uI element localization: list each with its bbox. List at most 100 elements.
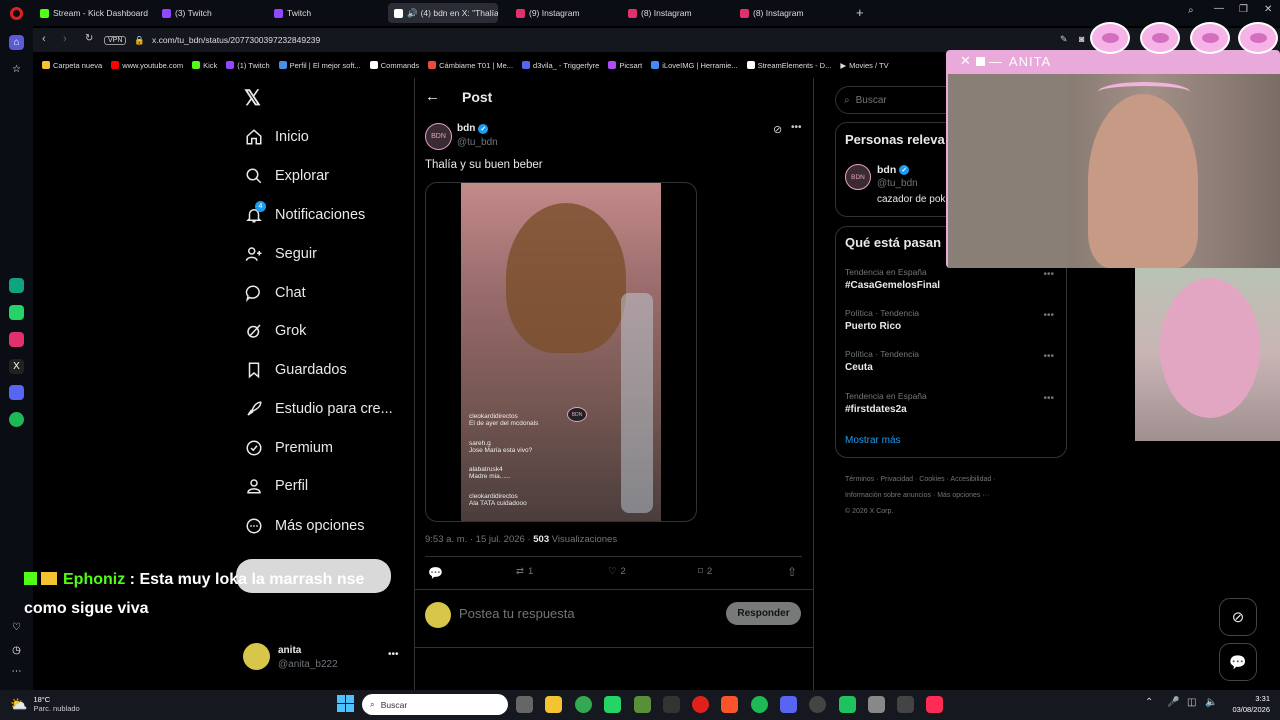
taskbar-search[interactable]: ⌕ Buscar: [362, 694, 508, 715]
nav-perfil[interactable]: Perfil: [244, 473, 308, 499]
trend-item[interactable]: Política · Tendencia Puerto Rico •••: [845, 308, 1060, 332]
microphone-icon[interactable]: 🎤: [1167, 697, 1179, 708]
reply-input[interactable]: Postea tu respuesta: [459, 606, 575, 621]
minimize-icon[interactable]: —: [1214, 3, 1224, 14]
footer-links[interactable]: Términos · Privacidad · Cookies · Accesi…: [845, 472, 1075, 520]
relevant-avatar[interactable]: BDN: [845, 164, 871, 190]
nav-explorar[interactable]: Explorar: [244, 163, 329, 189]
obs-icon[interactable]: [809, 696, 826, 713]
weather-widget[interactable]: ⛅ 18°C Parc. nublado: [10, 692, 80, 716]
trend-item[interactable]: Tendencia en España #CasaGemelosFinal •••: [845, 267, 1060, 291]
volume-icon[interactable]: 🔈: [1205, 697, 1217, 708]
tab-twitch[interactable]: Twitch: [268, 3, 384, 23]
bookmark-twitch[interactable]: (1) Twitch: [226, 61, 270, 70]
video-player[interactable]: BDN cleokardidirectos El de ayer del mcdo…: [425, 182, 697, 522]
bookmark-youtube[interactable]: www.youtube.com: [111, 61, 183, 70]
nav-chat[interactable]: Chat: [244, 280, 306, 306]
star-icon[interactable]: ☆: [9, 62, 24, 77]
trend-more-icon[interactable]: •••: [1043, 310, 1054, 321]
nav-premium[interactable]: Premium: [244, 435, 333, 461]
bookmark-picsart[interactable]: Picsart: [608, 61, 642, 70]
taskbar-clock[interactable]: 3:31 03/08/2026: [1222, 693, 1270, 715]
more-dots-icon[interactable]: •••: [388, 649, 399, 660]
more-icon[interactable]: ⋯: [9, 664, 24, 679]
trend-item[interactable]: Tendencia en España #firstdates2a •••: [845, 391, 1060, 415]
heart-icon[interactable]: ♡: [9, 620, 24, 635]
tiktok-icon[interactable]: [926, 696, 943, 713]
bookmark-button[interactable]: ⌑ 2: [698, 566, 712, 577]
nav-estudio[interactable]: Estudio para cre...: [244, 396, 393, 422]
spotify-icon[interactable]: [9, 412, 24, 427]
nav-grok[interactable]: Grok: [244, 318, 306, 344]
post-more-icon[interactable]: •••: [791, 122, 802, 133]
bookmark-kick[interactable]: Kick: [192, 61, 217, 70]
bookmark-cambiame[interactable]: Cámbiame T01 | Me...: [428, 61, 513, 70]
trend-item[interactable]: Política · Tendencia Ceuta •••: [845, 349, 1060, 373]
share-icon[interactable]: ⇧: [787, 565, 797, 579]
app-icon[interactable]: [897, 696, 914, 713]
discord-icon[interactable]: [780, 696, 797, 713]
reload-icon[interactable]: ↻: [85, 33, 93, 44]
whatsapp-icon[interactable]: [9, 305, 24, 320]
author-name[interactable]: bdn ✓: [457, 123, 489, 134]
messages-float-button[interactable]: 💬: [1219, 643, 1257, 681]
spotify-icon[interactable]: [751, 696, 768, 713]
back-arrow-icon[interactable]: ←: [425, 88, 440, 105]
bookmark-perfil[interactable]: Perfil | El mejor soft...: [278, 61, 361, 70]
tab-instagram-8b[interactable]: (8) Instagram: [734, 3, 844, 23]
settings-icon[interactable]: [868, 696, 885, 713]
new-tab-icon[interactable]: +: [856, 5, 864, 20]
clock-icon[interactable]: ◷: [9, 643, 24, 658]
bookmark-commands[interactable]: Commands: [369, 61, 419, 70]
task-view-icon[interactable]: [516, 696, 533, 713]
file-explorer-icon[interactable]: [545, 696, 562, 713]
trend-more-icon[interactable]: •••: [1043, 269, 1054, 280]
bookmark-iloveimg[interactable]: iLoveIMG | Herramie...: [651, 61, 738, 70]
grok-float-button[interactable]: ⊘: [1219, 598, 1257, 636]
bookmark-movies[interactable]: ▶ Movies / TV: [840, 61, 888, 70]
opera-logo-icon[interactable]: [10, 7, 23, 20]
trend-more-icon[interactable]: •••: [1043, 393, 1054, 404]
author-avatar[interactable]: BDN: [425, 123, 452, 150]
show-more-link[interactable]: Mostrar más: [845, 435, 901, 446]
edit-icon[interactable]: ✎: [1060, 34, 1068, 45]
camera-icon[interactable]: ◙: [1079, 34, 1084, 44]
epic-games-icon[interactable]: [663, 696, 680, 713]
x-icon[interactable]: X: [9, 359, 24, 374]
brave-icon[interactable]: [721, 696, 738, 713]
maximize-icon[interactable]: ❐: [1239, 4, 1248, 15]
tab-twitch-3[interactable]: (3) Twitch: [156, 3, 266, 23]
search-tabs-icon[interactable]: ⌕: [1188, 5, 1194, 16]
nav-seguir[interactable]: Seguir: [244, 241, 317, 267]
nav-inicio[interactable]: Inicio: [244, 124, 309, 150]
vpn-badge[interactable]: VPN: [104, 35, 127, 45]
tab-instagram-8a[interactable]: (8) Instagram: [622, 3, 732, 23]
back-icon[interactable]: ‹: [42, 33, 46, 45]
reply-button[interactable]: Responder: [726, 602, 801, 625]
minecraft-icon[interactable]: [634, 696, 651, 713]
tab-instagram-9[interactable]: (9) Instagram: [510, 3, 620, 23]
nav-guardados[interactable]: Guardados: [244, 357, 347, 383]
app-icon[interactable]: [839, 696, 856, 713]
bookmark-triggerfyre[interactable]: d3vila_ - Triggerfyre: [522, 61, 599, 70]
relevant-name[interactable]: bdn ✓: [877, 164, 910, 176]
tab-x-post[interactable]: 🔊 (4) bdn en X: "Thalía y: [388, 3, 498, 23]
opera-icon[interactable]: [692, 696, 709, 713]
forward-icon[interactable]: ›: [63, 33, 67, 45]
whatsapp-icon[interactable]: [604, 696, 621, 713]
x-logo-icon[interactable]: 𝕏: [244, 86, 261, 111]
close-window-icon[interactable]: ✕: [1264, 4, 1272, 15]
trend-more-icon[interactable]: •••: [1043, 351, 1054, 362]
bookmark-streamelements[interactable]: StreamElements - D...: [746, 61, 831, 70]
account-switcher[interactable]: anita @anita_b222 •••: [243, 643, 408, 673]
instagram-icon[interactable]: [9, 332, 24, 347]
reply-icon[interactable]: 💬: [428, 566, 443, 580]
grok-explain-icon[interactable]: ⊘: [773, 123, 782, 136]
chrome-icon[interactable]: [575, 696, 592, 713]
tab-kick-dashboard[interactable]: Stream - Kick Dashboard: [34, 3, 152, 23]
network-icon[interactable]: ◫: [1187, 697, 1196, 708]
start-button[interactable]: [337, 695, 354, 712]
nav-mas-opciones[interactable]: Más opciones: [244, 513, 364, 539]
nav-notificaciones[interactable]: 4 Notificaciones: [244, 201, 365, 228]
bookmark-carpeta-nueva[interactable]: Carpeta nueva: [42, 61, 102, 70]
